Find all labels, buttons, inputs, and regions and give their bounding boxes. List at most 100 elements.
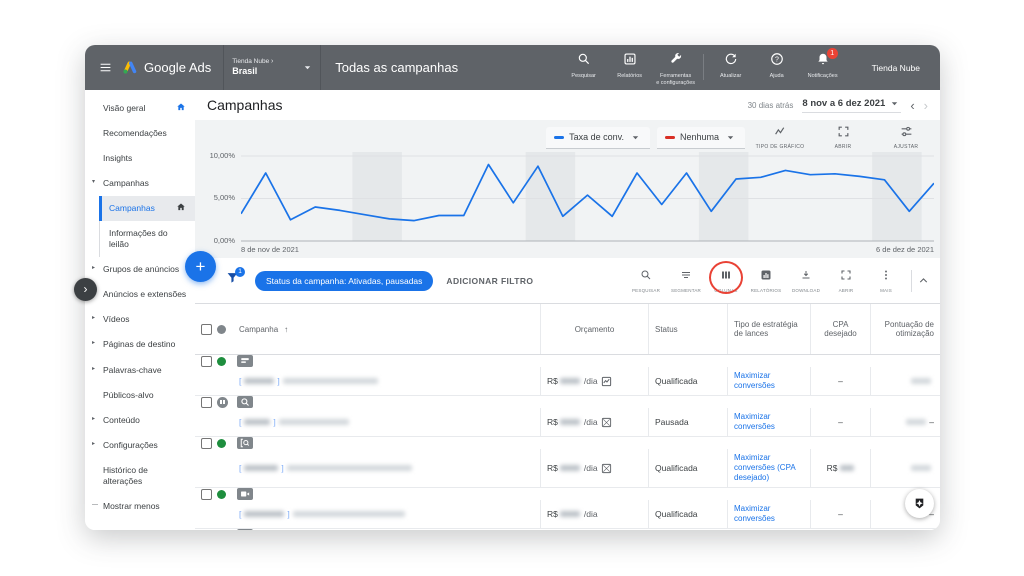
- row-checkbox[interactable]: [201, 530, 212, 531]
- date-prev-button[interactable]: ‹: [910, 99, 914, 112]
- filter-funnel-icon[interactable]: 1: [226, 271, 239, 284]
- column-header-pontuacao[interactable]: Pontuação de otimização: [870, 304, 940, 354]
- budget-chart-icon[interactable]: [601, 376, 612, 387]
- toolbar-icon-label: MAIS: [866, 288, 906, 293]
- toolbar-download-button[interactable]: DOWNLOAD: [786, 268, 826, 293]
- expander-arrow-icon: —: [92, 502, 98, 510]
- chart-type-button[interactable]: TIPO DE GRÁFICO: [752, 125, 808, 150]
- topbar-action-label: Ajuda: [754, 73, 800, 80]
- sidebar-item-conteudo[interactable]: ▸Conteúdo: [85, 408, 195, 433]
- toolbar-icon-label: SEGMENTAR: [666, 288, 706, 293]
- google-ads-logo-mark: [122, 60, 138, 76]
- budget-cell[interactable]: R$/dia: [540, 408, 648, 436]
- sidebar-item-insights[interactable]: Insights: [85, 146, 195, 171]
- toolbar-relatorios-button[interactable]: RELATÓRIOS: [746, 268, 786, 293]
- new-campaign-button[interactable]: +: [185, 251, 216, 282]
- google-ads-window: Google Ads Tienda Nube › Brasil Todas as…: [85, 45, 940, 530]
- conversion-rate-line-chart[interactable]: [241, 152, 934, 244]
- sidebar-item-recomendacoes[interactable]: Recomendações: [85, 121, 195, 146]
- table-row[interactable]: []R$/diaQualificada Maximizar conversões–…: [195, 488, 940, 529]
- sidebar-item-historico-de-alteracoes[interactable]: Histórico de alterações: [85, 458, 195, 494]
- sidebar-item-label: Anúncios e extensões: [103, 289, 186, 299]
- expand-panel-button[interactable]: ›: [74, 278, 97, 301]
- table-row[interactable]: []R$/diaPausadaMaximizar conversões––: [195, 396, 940, 437]
- campaign-name-redacted[interactable]: []: [237, 463, 540, 473]
- refresh-icon: [724, 52, 738, 66]
- budget-chart-off-icon[interactable]: [601, 463, 612, 474]
- sidebar-item-campanhas-group[interactable]: ▾Campanhas: [85, 171, 195, 196]
- sidebar-item-palavras-chave[interactable]: ▸Palavras-chave: [85, 358, 195, 383]
- home-icon: [176, 202, 186, 212]
- row-checkbox[interactable]: [201, 356, 212, 367]
- sidebar-item-informacoes-do-leilao[interactable]: Informações do leilão: [99, 221, 195, 257]
- sidebar-item-campanhas[interactable]: Campanhas: [99, 196, 195, 221]
- budget-cell[interactable]: R$/dia: [540, 449, 648, 487]
- budget-chart-off-icon[interactable]: [601, 417, 612, 428]
- topbar-ferramentas-button[interactable]: Ferramentase configurações: [653, 52, 699, 87]
- page-background: Google Ads Tienda Nube › Brasil Todas as…: [0, 0, 1024, 576]
- sidebar-item-publicos-alvo[interactable]: Públicos-alvo: [85, 383, 195, 408]
- row-checkbox[interactable]: [201, 438, 212, 449]
- campaign-name-redacted[interactable]: []: [237, 417, 540, 427]
- metric-selector-2[interactable]: Nenhuma: [657, 127, 745, 149]
- row-checkbox[interactable]: [201, 489, 212, 500]
- sidebar-item-label: Visão geral: [103, 103, 145, 113]
- sidebar-item-configuracoes[interactable]: ▸Configurações: [85, 433, 195, 458]
- account-selector[interactable]: Tienda Nube › Brasil: [224, 45, 320, 90]
- topbar-atualizar-button[interactable]: Atualizar: [708, 52, 754, 80]
- bid-strategy-link[interactable]: Maximizar conversões (CPA desejado): [734, 453, 804, 483]
- select-all-checkbox[interactable]: [201, 324, 212, 335]
- extension-widget-button[interactable]: [905, 489, 934, 518]
- status-cell: Qualificada: [648, 500, 727, 528]
- table-row[interactable]: []R$/diaPausadaCPM desejado––: [195, 529, 940, 530]
- toolbar-mais-button[interactable]: MAIS: [866, 268, 906, 293]
- chart-adjust-button[interactable]: AJUSTAR: [878, 125, 934, 150]
- sidebar-item-grupos-de-anuncios[interactable]: ▸Grupos de anúncios: [85, 257, 195, 282]
- date-next-button[interactable]: ›: [924, 99, 928, 112]
- topbar-pesquisar-button[interactable]: Pesquisar: [561, 52, 607, 80]
- topbar-notificacoes-button[interactable]: Notificações1: [800, 52, 846, 80]
- column-header-cpa[interactable]: CPA desejado: [810, 304, 870, 354]
- y-axis-label: 5,00%: [203, 193, 235, 202]
- topbar-relatorios-button[interactable]: Relatórios: [607, 52, 653, 80]
- sidebar-item-anuncios-e-extensoes[interactable]: ▸Anúncios e extensões: [85, 282, 195, 307]
- expander-arrow-icon: ▸: [92, 366, 95, 374]
- sidebar-item-videos[interactable]: ▸Vídeos: [85, 307, 195, 332]
- chart-expand-button[interactable]: ABRIR: [815, 125, 871, 150]
- sidebar-item-paginas-de-destino[interactable]: ▸Páginas de destino: [85, 332, 195, 357]
- table-row[interactable]: []R$/diaQualificadaMaximizar conversões …: [195, 437, 940, 488]
- toolbar-pesquisar-button[interactable]: PESQUISAR: [626, 268, 666, 293]
- optimization-score-cell: –: [870, 408, 940, 436]
- sidebar-item-mostrar-menos[interactable]: —Mostrar menos: [85, 494, 195, 519]
- toolbar-colunas-button[interactable]: COLUNAS: [706, 268, 746, 293]
- x-axis-end-label: 6 de dez de 2021: [876, 245, 934, 254]
- collapse-table-button[interactable]: [917, 274, 930, 287]
- column-header-campanha[interactable]: Campanha↑: [237, 325, 540, 334]
- metric-selector-1[interactable]: Taxa de conv.: [546, 127, 650, 149]
- topbar-ajuda-button[interactable]: ? Ajuda: [754, 52, 800, 80]
- budget-cell[interactable]: R$/dia: [540, 500, 648, 528]
- row-checkbox[interactable]: [201, 397, 212, 408]
- bid-strategy-link[interactable]: Maximizar conversões: [734, 504, 804, 524]
- filter-count-badge: 1: [235, 267, 245, 277]
- column-header-estrategia[interactable]: Tipo de estratégia de lances: [727, 304, 810, 354]
- campaign-name-redacted[interactable]: []: [237, 509, 540, 519]
- date-range-picker[interactable]: 8 nov a 6 dez 2021: [802, 97, 901, 113]
- cpa-cell: –: [810, 500, 870, 528]
- more-icon: [880, 269, 892, 281]
- sidebar-item-visao-geral[interactable]: Visão geral: [85, 96, 195, 121]
- help-icon: ?: [770, 52, 784, 66]
- bid-strategy-link[interactable]: Maximizar conversões: [734, 412, 804, 432]
- add-filter-button[interactable]: ADICIONAR FILTRO: [446, 276, 533, 286]
- sidebar-item-label: Recomendações: [103, 128, 167, 138]
- toolbar-segmentar-button[interactable]: SEGMENTAR: [666, 268, 706, 293]
- bid-strategy-link[interactable]: Maximizar conversões: [734, 371, 804, 391]
- budget-cell[interactable]: R$/dia: [540, 367, 648, 395]
- campaign-status-filter-chip[interactable]: Status da campanha: Ativadas, pausadas: [255, 271, 433, 291]
- toolbar-abrir-button[interactable]: ABRIR: [826, 268, 866, 293]
- menu-icon[interactable]: [99, 61, 112, 74]
- campaign-name-redacted[interactable]: []: [237, 376, 540, 386]
- column-header-status[interactable]: Status: [648, 304, 727, 354]
- column-header-orcamento[interactable]: Orçamento: [540, 304, 648, 354]
- table-row[interactable]: []R$/diaQualificadaMaximizar conversões–: [195, 355, 940, 396]
